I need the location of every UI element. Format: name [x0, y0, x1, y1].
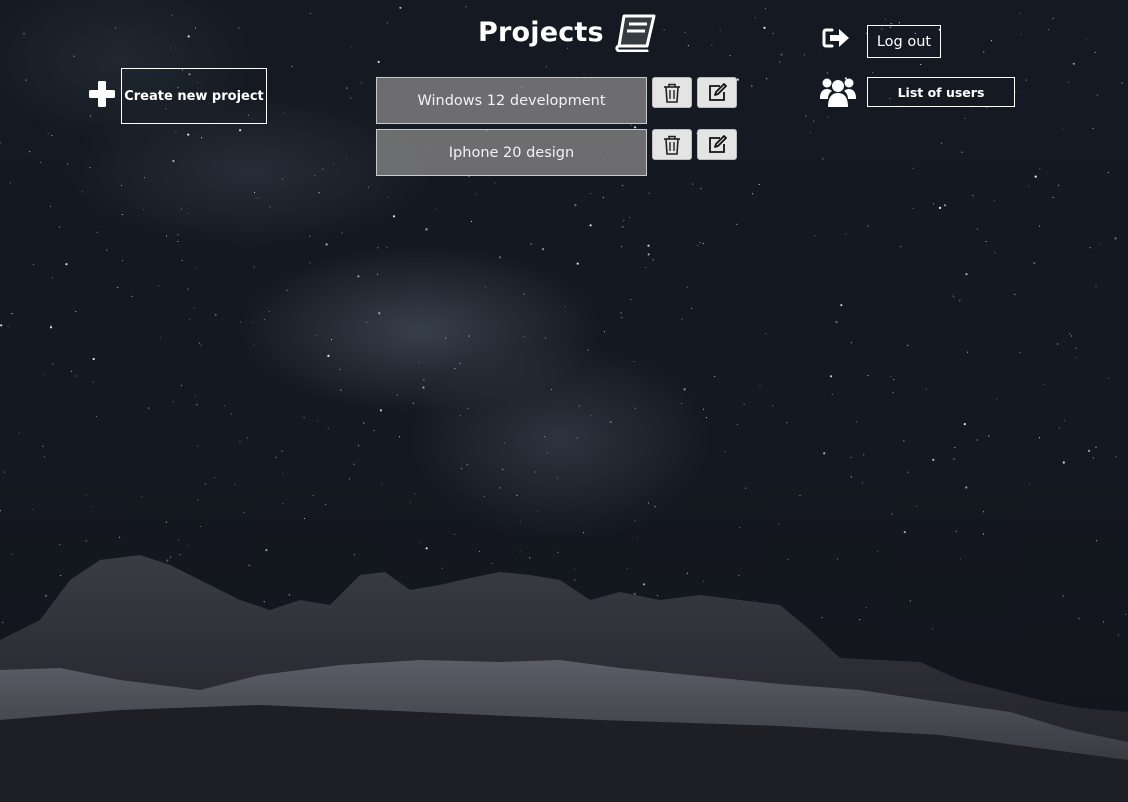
- project-item-button[interactable]: Iphone 20 design: [376, 129, 647, 176]
- delete-project-button[interactable]: [652, 77, 692, 108]
- plus-icon[interactable]: [89, 81, 115, 107]
- page-title: Projects: [478, 16, 604, 48]
- edit-icon: [709, 134, 727, 153]
- trash-icon: [664, 135, 680, 155]
- logout-button[interactable]: Log out: [867, 25, 941, 58]
- book-icon: [615, 14, 656, 52]
- sign-out-icon[interactable]: [822, 27, 850, 49]
- edit-project-button[interactable]: [697, 129, 737, 160]
- create-project-button[interactable]: Create new project: [121, 68, 267, 124]
- edit-project-button[interactable]: [697, 77, 737, 108]
- list-of-users-button[interactable]: List of users: [867, 77, 1015, 107]
- delete-project-button[interactable]: [652, 129, 692, 160]
- users-icon[interactable]: [820, 74, 856, 108]
- trash-icon: [664, 83, 680, 103]
- page-header: Projects: [478, 10, 658, 54]
- project-item-button[interactable]: Windows 12 development: [376, 77, 647, 124]
- edit-icon: [709, 82, 727, 101]
